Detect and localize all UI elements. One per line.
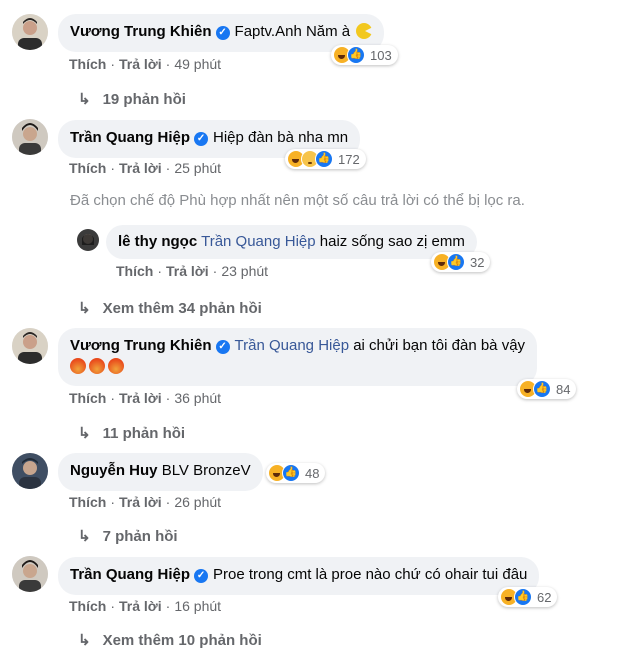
mention-tag[interactable]: Trần Quang Hiệp bbox=[201, 233, 316, 250]
like-link[interactable]: Thích bbox=[69, 494, 106, 510]
reaction-count: 84 bbox=[556, 381, 571, 397]
comment-actions: Thích · Trả lời · 49 phút bbox=[69, 56, 222, 72]
reaction-summary[interactable]: 👍 103 bbox=[331, 45, 398, 65]
like-link[interactable]: Thích bbox=[69, 390, 106, 406]
reaction-summary[interactable]: 👍 172 bbox=[285, 149, 366, 169]
avatar[interactable] bbox=[12, 556, 48, 592]
reaction-summary[interactable]: 👍 48 bbox=[266, 463, 326, 483]
timestamp[interactable]: 49 phút bbox=[174, 56, 221, 72]
reaction-count: 32 bbox=[470, 254, 485, 270]
reply-author[interactable]: lê thy ngọc bbox=[118, 233, 197, 250]
reply-text: haiz sống sao zị emm bbox=[319, 233, 465, 250]
reply-link[interactable]: Trả lời bbox=[119, 390, 162, 406]
reply-link[interactable]: Trả lời bbox=[119, 494, 162, 510]
like-link[interactable]: Thích bbox=[116, 263, 153, 279]
pacman-emoji-icon bbox=[356, 23, 374, 39]
like-reaction-icon: 👍 bbox=[282, 464, 300, 482]
avatar[interactable] bbox=[12, 453, 48, 489]
like-reaction-icon: 👍 bbox=[514, 588, 532, 606]
reply-link[interactable]: Trả lời bbox=[166, 263, 209, 279]
reply-arrow-icon: ↳ bbox=[78, 91, 91, 108]
like-link[interactable]: Thích bbox=[69, 160, 106, 176]
angry-face-icon bbox=[108, 358, 124, 374]
comment-author[interactable]: Vương Trung Khiên bbox=[70, 23, 212, 40]
reaction-count: 48 bbox=[305, 465, 320, 481]
comment-bubble: Vương Trung Khiên ✓ Trần Quang Hiệp ai chử… bbox=[58, 328, 538, 386]
reaction-count: 62 bbox=[537, 589, 552, 605]
comment-author[interactable]: Vương Trung Khiên bbox=[70, 337, 212, 354]
comment-author[interactable]: Nguyễn Huy bbox=[70, 462, 158, 479]
reply-actions: Thích · Trả lời · 23 phút bbox=[116, 263, 269, 279]
reply-link[interactable]: Trả lời bbox=[119, 160, 162, 176]
verified-badge-icon: ✓ bbox=[194, 132, 209, 146]
reply-bubble: lê thy ngọc Trần Quang Hiệp haiz sống sa… bbox=[106, 225, 477, 259]
comment-text: ai chửi bạn tôi đàn bà vậy bbox=[353, 337, 526, 354]
timestamp[interactable]: 25 phút bbox=[174, 160, 221, 176]
reaction-summary[interactable]: 👍 32 bbox=[431, 252, 491, 272]
avatar[interactable] bbox=[12, 119, 48, 155]
reply-link[interactable]: Trả lời bbox=[119, 56, 162, 72]
timestamp[interactable]: 36 phút bbox=[174, 390, 221, 406]
view-replies-link[interactable]: ↳ 7 phản hồi bbox=[78, 527, 178, 545]
reply-arrow-icon: ↳ bbox=[78, 632, 91, 649]
reply-link[interactable]: Trả lời bbox=[119, 598, 162, 614]
timestamp[interactable]: 23 phút bbox=[221, 263, 268, 279]
avatar[interactable] bbox=[12, 14, 48, 50]
like-link[interactable]: Thích bbox=[69, 598, 106, 614]
like-reaction-icon: 👍 bbox=[315, 150, 333, 168]
comment-bubble: Nguyễn Huy BLV BronzeV bbox=[58, 453, 263, 491]
avatar[interactable] bbox=[77, 229, 99, 251]
comment-author[interactable]: Trần Quang Hiệp bbox=[70, 566, 190, 583]
mention-tag[interactable]: Trần Quang Hiệp bbox=[235, 337, 350, 354]
avatar[interactable] bbox=[12, 328, 48, 364]
verified-badge-icon: ✓ bbox=[215, 340, 230, 354]
comment-bubble: Trần Quang Hiệp ✓ Proe trong cmt là proe n… bbox=[58, 557, 540, 595]
reaction-count: 103 bbox=[370, 47, 392, 63]
view-more-replies-link[interactable]: ↳ Xem thêm 10 phản hồi bbox=[78, 631, 262, 649]
view-replies-link[interactable]: ↳ 19 phản hồi bbox=[78, 90, 186, 108]
comment-author[interactable]: Trần Quang Hiệp bbox=[70, 129, 190, 146]
comment-text: Hiệp đàn bà nha mn bbox=[213, 129, 349, 146]
angry-face-icon bbox=[89, 358, 105, 374]
comment-actions: Thích · Trả lời · 25 phút bbox=[69, 160, 222, 176]
timestamp[interactable]: 26 phút bbox=[174, 494, 221, 510]
reaction-count: 172 bbox=[338, 151, 360, 167]
comment-text: BLV BronzeV bbox=[161, 462, 251, 479]
filter-notice: Đã chọn chế độ Phù hợp nhất nên một số c… bbox=[70, 192, 525, 209]
reply-arrow-icon: ↳ bbox=[78, 300, 91, 317]
comment-text: Faptv.Anh Năm à bbox=[234, 23, 351, 40]
comment-actions: Thích · Trả lời · 26 phút bbox=[69, 494, 222, 510]
like-link[interactable]: Thích bbox=[69, 56, 106, 72]
verified-badge-icon: ✓ bbox=[194, 569, 209, 583]
reply-arrow-icon: ↳ bbox=[78, 528, 91, 545]
like-reaction-icon: 👍 bbox=[347, 46, 365, 64]
comment-actions: Thích · Trả lời · 16 phút bbox=[69, 598, 222, 614]
view-more-replies-link[interactable]: ↳ Xem thêm 34 phản hồi bbox=[78, 299, 262, 317]
angry-face-icon bbox=[70, 358, 86, 374]
reaction-summary[interactable]: 👍 84 bbox=[517, 379, 577, 399]
reaction-summary[interactable]: 👍 62 bbox=[498, 587, 558, 607]
like-reaction-icon: 👍 bbox=[533, 380, 551, 398]
like-reaction-icon: 👍 bbox=[447, 253, 465, 271]
reply-arrow-icon: ↳ bbox=[78, 425, 91, 442]
verified-badge-icon: ✓ bbox=[215, 26, 230, 40]
view-replies-link[interactable]: ↳ 11 phản hồi bbox=[78, 424, 185, 442]
timestamp[interactable]: 16 phút bbox=[174, 598, 221, 614]
comment-actions: Thích · Trả lời · 36 phút bbox=[69, 390, 222, 406]
comment-text: Proe trong cmt là proe nào chứ có ohair … bbox=[213, 566, 528, 583]
